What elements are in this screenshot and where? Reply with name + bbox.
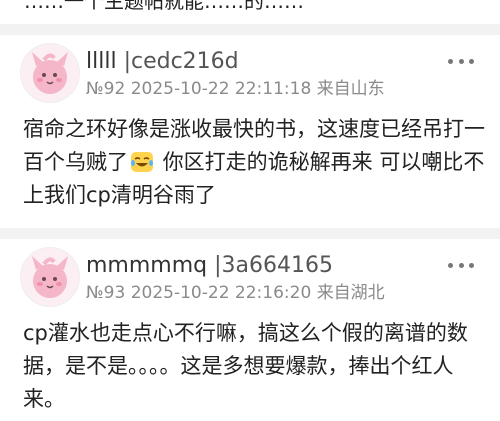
more-options-icon[interactable] xyxy=(448,51,474,71)
avatar[interactable] xyxy=(20,43,80,103)
username-text[interactable]: lllll xyxy=(86,49,117,74)
user-id: |3a664165 xyxy=(214,253,333,278)
post-meta: №93 2025-10-22 22:16:20 来自湖北 xyxy=(86,282,385,304)
post-separator xyxy=(0,24,500,35)
post-content-text: cp灌水也走点心不行嘛，搞这么个假的离谱的数据，是不是。。。。这是多想要爆款，捧… xyxy=(23,321,468,411)
user-id: |cedc216d xyxy=(123,49,239,74)
previous-post-text-cutoff: ……一个主题帖就能……的…… xyxy=(24,0,304,13)
crying-laughing-emoji-icon xyxy=(131,152,153,172)
username-text[interactable]: mmmmmq xyxy=(86,253,207,278)
post-datetime: 2025-10-22 22:16:20 xyxy=(130,283,312,303)
post-content: 宿命之环好像是涨收最快的书，这速度已经吊打一百个乌贼了 你区打走的诡秘解再来 可… xyxy=(23,113,489,212)
post-location: 来自山东 xyxy=(316,79,385,99)
clefairy-avatar-icon xyxy=(32,52,68,94)
clefairy-avatar-icon xyxy=(32,256,68,298)
more-options-icon[interactable] xyxy=(448,255,474,275)
floor-number: №92 xyxy=(86,79,126,99)
floor-number: №93 xyxy=(86,283,126,303)
post-item: lllll |cedc216d №92 2025-10-22 22:11:18 … xyxy=(0,35,500,215)
post-item: mmmmmq |3a664165 №93 2025-10-22 22:16:20… xyxy=(0,239,500,421)
post-datetime: 2025-10-22 22:11:18 xyxy=(130,79,312,99)
post-meta: №92 2025-10-22 22:11:18 来自山东 xyxy=(86,78,385,100)
post-separator xyxy=(0,228,500,239)
avatar[interactable] xyxy=(20,247,80,307)
post-location: 来自湖北 xyxy=(316,283,385,303)
username[interactable]: lllll |cedc216d xyxy=(86,49,239,75)
post-content: cp灌水也走点心不行嘛，搞这么个假的离谱的数据，是不是。。。。这是多想要爆款，捧… xyxy=(23,317,489,416)
username[interactable]: mmmmmq |3a664165 xyxy=(86,253,333,279)
